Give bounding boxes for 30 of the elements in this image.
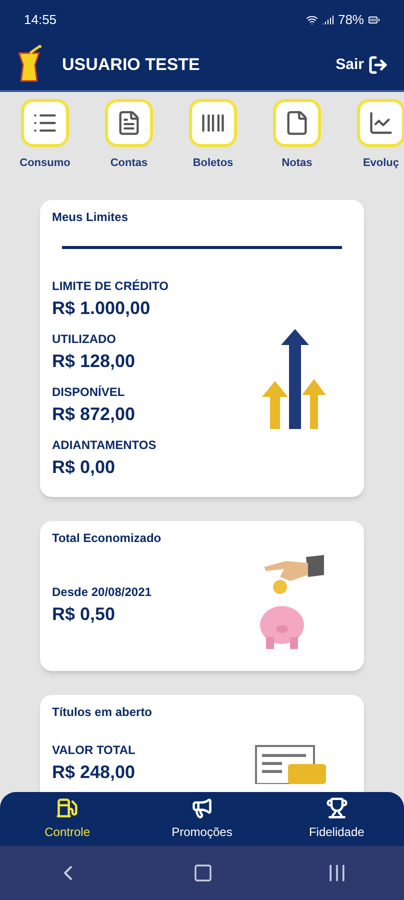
- card-title: Meus Limites: [52, 209, 130, 226]
- field-value: R$ 0,00: [52, 456, 116, 479]
- field-label: LIMITE DE CRÉDITO: [52, 278, 168, 295]
- battery-level: 78%: [338, 11, 364, 30]
- nav-tab[interactable]: Controle: [12, 797, 122, 841]
- field-value: R$ 248,00: [52, 761, 136, 784]
- card-title: Total Economizado: [52, 530, 162, 547]
- field-label: ADIANTAMENTOS: [52, 437, 158, 454]
- field-label: Desde 20/08/2021: [52, 584, 152, 600]
- field-value: R$ 128,00: [52, 350, 136, 373]
- field-value: R$ 1.000,00: [52, 297, 152, 320]
- logout-icon: [368, 55, 388, 75]
- logout-button[interactable]: Sair: [336, 54, 388, 76]
- cup-logo-icon: [16, 45, 42, 85]
- field-label: DISPONÍVEL: [52, 384, 126, 401]
- line-chart-icon: [368, 110, 394, 136]
- field-label: VALOR TOTAL: [52, 742, 136, 759]
- trophy-icon: [326, 797, 348, 819]
- status-time: 14:55: [24, 11, 57, 30]
- battery-icon: [368, 14, 380, 26]
- user-name: USUARIO TESTE: [62, 54, 200, 76]
- nav-tab[interactable]: Fidelidade: [282, 797, 392, 841]
- field-value: R$ 872,00: [52, 403, 136, 426]
- field-value: R$ 0,50: [52, 602, 116, 626]
- nav-tab[interactable]: Promoções: [146, 797, 257, 841]
- fuel-pump-icon: [56, 797, 78, 819]
- home-icon[interactable]: [192, 863, 213, 883]
- field-label: UTILIZADO: [52, 331, 117, 348]
- megaphone-icon: [190, 797, 213, 819]
- card-title: Títulos em aberto: [52, 704, 154, 721]
